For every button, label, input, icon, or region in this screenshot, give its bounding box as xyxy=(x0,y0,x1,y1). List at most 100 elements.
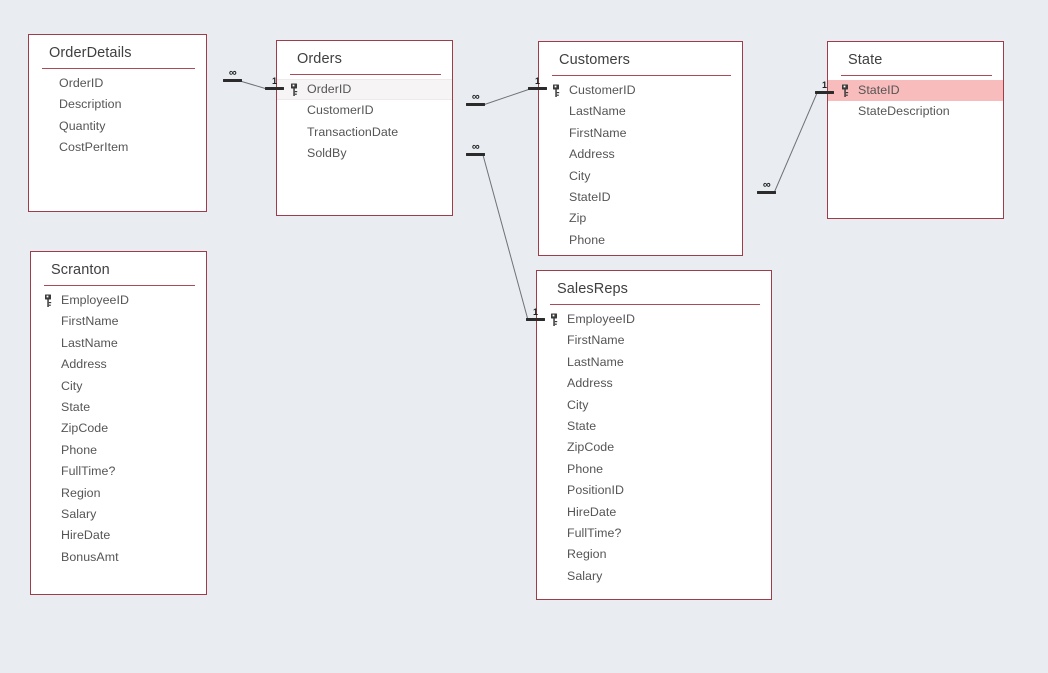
table-field-row[interactable]: StateID xyxy=(539,187,742,208)
field-name: Address xyxy=(569,147,615,162)
table-field-row[interactable]: CostPerItem xyxy=(29,137,206,158)
field-name: EmployeeID xyxy=(61,293,129,307)
field-name: FirstName xyxy=(567,333,625,348)
table-field-row[interactable]: OrderID xyxy=(277,79,452,101)
table-field-row[interactable]: OrderID xyxy=(29,73,206,94)
field-name: City xyxy=(569,168,591,183)
relationship-line-orderdetails-orders[interactable] xyxy=(239,80,268,90)
field-name: FirstName xyxy=(569,125,627,140)
relationship-line-orders-customers[interactable] xyxy=(482,88,531,106)
table-field-row[interactable]: ZipCode xyxy=(31,418,206,439)
table-field-list: EmployeeID FirstName LastName Address City St… xyxy=(31,286,206,568)
table-field-row[interactable]: FirstName xyxy=(537,330,771,351)
table-field-row[interactable]: PositionID xyxy=(537,480,771,501)
table-field-row[interactable]: City xyxy=(539,166,742,187)
field-name: ZipCode xyxy=(61,421,109,436)
relationship-endpoint-cap xyxy=(757,191,776,194)
relationship-line-orders-salesreps[interactable] xyxy=(482,154,529,321)
field-name: StateID xyxy=(858,83,900,97)
table-field-row[interactable]: HireDate xyxy=(31,525,206,546)
table-field-row[interactable]: HireDate xyxy=(537,502,771,523)
table-title: Scranton xyxy=(51,262,110,278)
table-field-row[interactable]: StateID xyxy=(828,80,1003,102)
entity-table-orderdetails[interactable]: OrderDetails OrderID Description Quantity Co… xyxy=(28,34,207,212)
entity-table-scranton[interactable]: Scranton EmployeeID FirstName LastName Addre… xyxy=(30,251,207,595)
table-field-row[interactable]: Salary xyxy=(31,504,206,525)
field-name: Description xyxy=(59,97,122,112)
table-title: Orders xyxy=(297,51,342,67)
field-name: CustomerID xyxy=(569,83,636,97)
cardinality-many-label: ∞ xyxy=(471,141,480,153)
table-field-row[interactable]: CustomerID xyxy=(539,80,742,101)
table-field-row[interactable]: LastName xyxy=(31,333,206,354)
table-field-row[interactable]: State xyxy=(31,397,206,418)
relationship-endpoint-from-orders-customers: ∞ xyxy=(466,91,485,106)
field-name: PositionID xyxy=(567,483,624,498)
table-field-list: StateID StateDescription xyxy=(828,76,1003,123)
table-field-list: CustomerID LastName FirstName Address City St… xyxy=(539,76,742,251)
field-name: OrderID xyxy=(307,82,352,96)
field-name: FullTime? xyxy=(567,525,622,540)
table-field-row[interactable]: FullTime? xyxy=(31,461,206,482)
field-name: City xyxy=(61,378,83,393)
table-field-row[interactable]: StateDescription xyxy=(828,101,1003,122)
table-field-list: EmployeeID FirstName LastName Address City St… xyxy=(537,305,771,587)
cardinality-many-label: ∞ xyxy=(762,179,771,191)
table-field-row[interactable]: TransactionDate xyxy=(277,122,452,143)
entity-table-orders[interactable]: Orders OrderID CustomerID TransactionDate So… xyxy=(276,40,453,216)
cardinality-many-label: ∞ xyxy=(228,67,237,79)
table-field-row[interactable]: Zip xyxy=(539,208,742,229)
table-field-row[interactable]: Salary xyxy=(537,566,771,587)
table-field-row[interactable]: BonusAmt xyxy=(31,547,206,568)
table-field-row[interactable]: State xyxy=(537,416,771,437)
table-field-row[interactable]: City xyxy=(31,376,206,397)
table-field-row[interactable]: Phone xyxy=(539,230,742,251)
relationship-endpoint-cap xyxy=(466,153,485,156)
table-field-row[interactable]: Address xyxy=(537,373,771,394)
field-name: BonusAmt xyxy=(61,549,119,564)
primary-key-icon xyxy=(549,313,565,327)
entity-table-customers[interactable]: Customers CustomerID LastName FirstName Addr… xyxy=(538,41,743,256)
table-field-row[interactable]: Address xyxy=(539,144,742,165)
table-title: SalesReps xyxy=(557,281,629,297)
field-name: Phone xyxy=(61,442,98,457)
field-name: LastName xyxy=(61,335,118,350)
field-name: TransactionDate xyxy=(307,124,399,139)
field-name: Address xyxy=(567,376,613,391)
primary-key-icon xyxy=(551,84,567,98)
field-name: FirstName xyxy=(61,314,119,329)
cardinality-many-label: ∞ xyxy=(471,91,480,103)
field-name: Salary xyxy=(567,568,603,583)
field-name: SoldBy xyxy=(307,146,347,161)
table-field-row[interactable]: Description xyxy=(29,94,206,115)
table-field-row[interactable]: LastName xyxy=(537,352,771,373)
table-field-row[interactable]: SoldBy xyxy=(277,143,452,164)
table-title: OrderDetails xyxy=(49,45,132,61)
field-name: City xyxy=(567,397,589,412)
table-field-row[interactable]: FirstName xyxy=(31,311,206,332)
relationship-endpoint-cap xyxy=(223,79,242,82)
relationship-line-customers-state[interactable] xyxy=(773,92,818,194)
entity-table-state[interactable]: State StateID StateDescription xyxy=(827,41,1004,219)
table-field-row[interactable]: LastName xyxy=(539,101,742,122)
relationship-endpoint-from-orderdetails-orders: ∞ xyxy=(223,67,242,82)
primary-key-icon xyxy=(840,84,856,98)
field-name: StateDescription xyxy=(858,104,950,119)
table-title: State xyxy=(848,52,883,68)
table-field-row[interactable]: ZipCode xyxy=(537,437,771,458)
table-field-row[interactable]: Address xyxy=(31,354,206,375)
entity-table-salesreps[interactable]: SalesReps EmployeeID FirstName LastName Addr… xyxy=(536,270,772,600)
table-field-row[interactable]: CustomerID xyxy=(277,100,452,121)
primary-key-icon xyxy=(289,83,305,97)
table-field-row[interactable]: Phone xyxy=(31,440,206,461)
table-field-row[interactable]: FullTime? xyxy=(537,523,771,544)
table-field-row[interactable]: City xyxy=(537,395,771,416)
table-field-row[interactable]: Phone xyxy=(537,459,771,480)
table-field-row[interactable]: Region xyxy=(537,544,771,565)
field-name: Region xyxy=(567,547,607,562)
table-field-row[interactable]: EmployeeID xyxy=(31,290,206,311)
table-field-row[interactable]: EmployeeID xyxy=(537,309,771,330)
table-field-row[interactable]: Quantity xyxy=(29,116,206,137)
table-field-row[interactable]: Region xyxy=(31,483,206,504)
table-field-row[interactable]: FirstName xyxy=(539,123,742,144)
